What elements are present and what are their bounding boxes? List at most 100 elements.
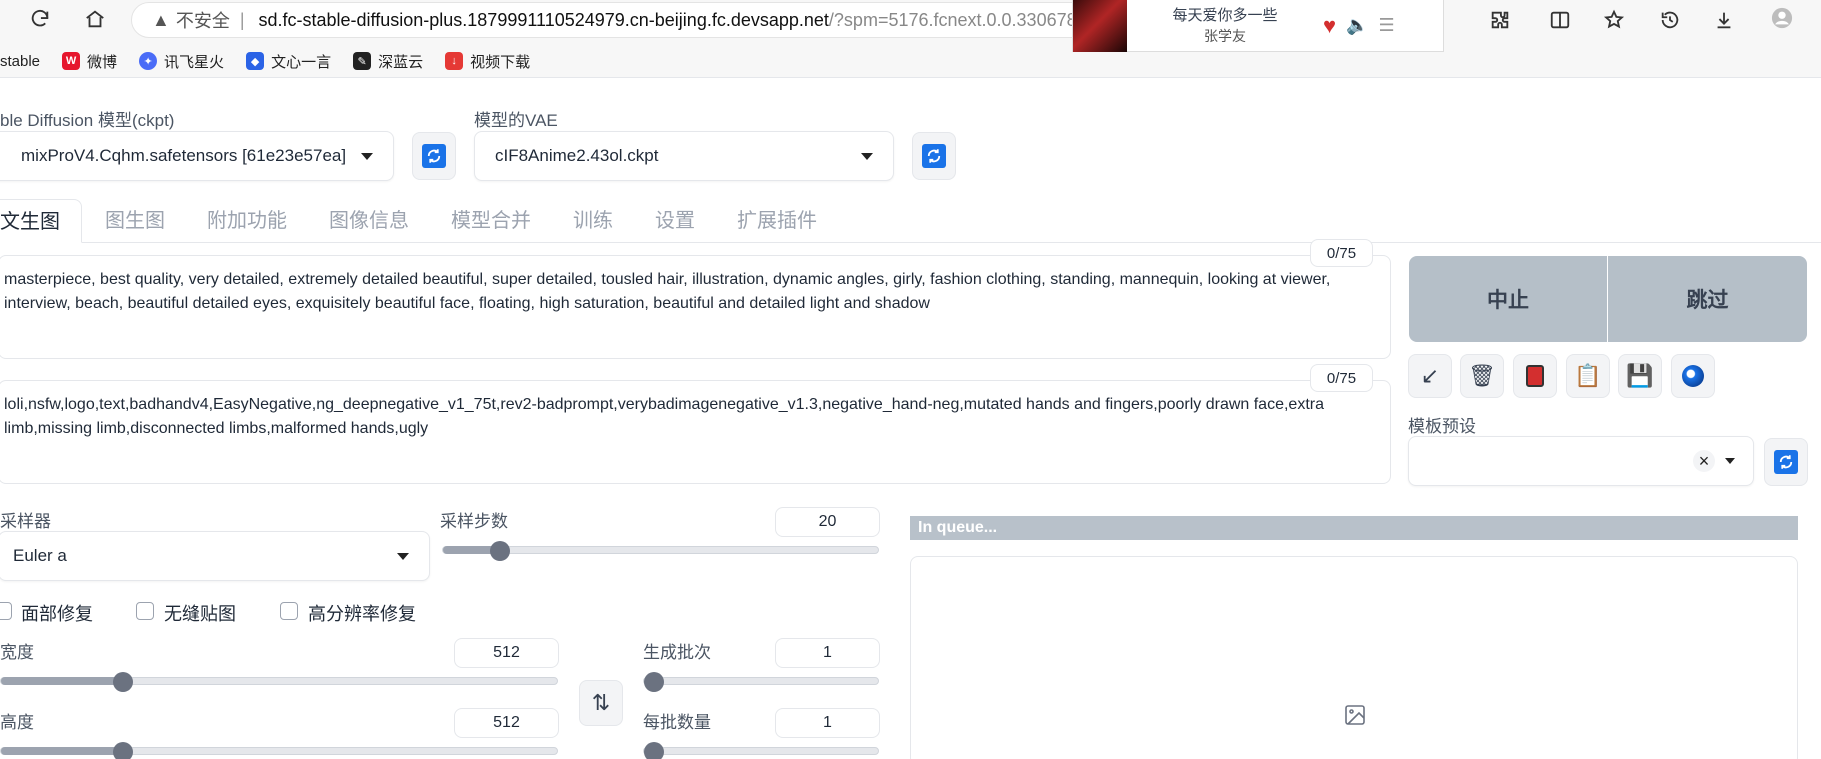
bookmark-video-download[interactable]: ↓ 视频下载 [445,51,530,72]
main-tabs: 文生图 图生图 附加功能 图像信息 模型合并 训练 设置 扩展插件 [0,199,1821,243]
tab-img2img[interactable]: 图生图 [84,199,186,243]
tab-merge[interactable]: 模型合并 [430,199,552,243]
positive-prompt-input[interactable]: masterpiece, best quality, very detailed… [0,255,1391,359]
height-slider-fill [1,747,124,755]
extensions-icon[interactable] [1482,2,1518,38]
refresh-icon [922,144,946,168]
face-restore-label: 面部修复 [21,604,93,624]
steps-input[interactable]: 20 [775,507,880,537]
heart-icon[interactable]: ♥ [1323,13,1336,39]
style-swirl-icon [1682,365,1704,387]
interrupt-button[interactable]: 中止 [1409,256,1607,342]
playlist-icon[interactable]: ☰ [1378,15,1394,36]
width-slider-fill [1,677,124,685]
batch-size-slider-handle[interactable] [644,742,664,759]
height-slider[interactable] [0,742,558,759]
download-box-icon: ↓ [445,52,464,70]
height-slider-handle[interactable] [113,742,134,759]
history-icon[interactable] [1652,2,1688,38]
chevron-down-icon [1725,458,1735,464]
style-dropdown[interactable]: × [1408,436,1754,486]
reload-icon[interactable] [23,2,57,36]
steps-slider[interactable] [442,541,879,561]
ckpt-value: mixProV4.Cqhm.safetensors [61e23e57ea] [21,146,347,165]
width-slider[interactable] [0,672,558,692]
tab-png-info[interactable]: 图像信息 [308,199,430,243]
hires-fix-checkbox[interactable] [280,602,298,620]
negative-token-counter: 0/75 [1310,364,1373,392]
vae-value: cIF8Anime2.43ol.ckpt [495,146,659,165]
batch-size-label: 每批数量 [643,713,711,732]
sampler-dropdown[interactable]: Euler a [0,531,430,581]
vae-refresh-button[interactable] [912,132,956,180]
clear-icon[interactable]: × [1693,450,1715,472]
save-style-button[interactable]: 💾 [1618,354,1662,398]
bookmark-stable[interactable]: stable [0,53,40,70]
style-refresh-button[interactable] [1764,438,1808,486]
tab-txt2img[interactable]: 文生图 [0,199,82,243]
home-icon[interactable] [78,2,112,36]
ckpt-refresh-button[interactable] [412,132,456,180]
width-label: 宽度 [0,643,34,662]
batch-size-slider[interactable] [643,742,879,759]
tab-extensions[interactable]: 扩展插件 [716,199,838,243]
refresh-icon [1774,450,1798,474]
warning-icon: ▲ [152,9,170,30]
download-icon[interactable] [1706,2,1742,38]
batch-count-input[interactable]: 1 [775,638,880,668]
music-popup[interactable]: 每天爱你多一些 张学友 ♥ 🔈 ☰ [1072,0,1444,52]
vae-dropdown[interactable]: cIF8Anime2.43ol.ckpt [474,131,894,181]
extra-networks-button[interactable] [1513,354,1557,398]
chevron-down-icon [397,552,409,560]
batch-size-input[interactable]: 1 [775,708,880,738]
negative-prompt-text: loli,nsfw,logo,text,badhandv4,EasyNegati… [4,396,1324,437]
tab-train[interactable]: 训练 [552,199,634,243]
width-slider-handle[interactable] [113,672,134,692]
refresh-icon [422,144,446,168]
apply-style-button[interactable] [1671,354,1715,398]
height-input[interactable]: 512 [454,708,559,738]
bookmark-wenxin[interactable]: ◆ 文心一言 [246,51,331,72]
positive-prompt-text: masterpiece, best quality, very detailed… [4,271,1331,312]
image-placeholder-icon [1343,703,1367,727]
trash-icon: 🗑 [1468,363,1496,388]
skip-button[interactable]: 跳过 [1608,256,1807,342]
width-input[interactable]: 512 [454,638,559,668]
swap-dimensions-button[interactable]: ⇅ [579,680,623,726]
ckpt-dropdown[interactable]: mixProV4.Cqhm.safetensors [61e23e57ea] [0,131,394,181]
bookmark-shenlanyun[interactable]: ✎ 深蓝云 [353,51,423,72]
trash-button[interactable]: 🗑 [1460,354,1504,398]
steps-slider-handle[interactable] [489,541,510,561]
chevron-down-icon [861,152,873,160]
ckpt-label: ble Diffusion 模型(ckpt) [0,111,175,130]
face-restore-checkbox[interactable] [0,602,12,620]
tiling-checkbox[interactable] [136,602,154,620]
url-path: /?spm=5176.fcnext.0.0.330678c8 [828,9,1096,30]
arrow-down-left-button[interactable]: ↙ [1408,354,1452,398]
bookmark-spark[interactable]: ✦ 讯飞星火 [139,51,224,72]
clipboard-icon: 📋 [1574,363,1602,388]
bookmarks-bar: stable W 微博 ✦ 讯飞星火 ◆ 文心一言 ✎ 深蓝云 ↓ 视频下载 [0,46,530,76]
red-card-icon [1526,365,1544,387]
negative-prompt-input[interactable]: loli,nsfw,logo,text,badhandv4,EasyNegati… [0,380,1391,484]
arrow-down-left-icon: ↙ [1420,363,1440,388]
batch-count-slider[interactable] [643,672,879,692]
tab-extras[interactable]: 附加功能 [186,199,308,243]
song-artist: 张学友 [1204,27,1246,44]
tab-settings[interactable]: 设置 [634,199,716,243]
height-label: 高度 [0,713,34,732]
favorites-icon[interactable] [1596,2,1632,38]
batch-count-slider-handle[interactable] [644,672,664,692]
wenxin-icon: ◆ [246,52,265,70]
tiling-label: 无缝贴图 [164,604,236,624]
profile-avatar-icon[interactable] [1764,0,1800,36]
swap-arrows-icon: ⇅ [591,690,611,715]
split-screen-icon[interactable] [1542,2,1578,38]
hires-fix-label: 高分辨率修复 [308,604,416,624]
address-separator: | [239,9,245,30]
volume-icon[interactable]: 🔈 [1346,15,1368,36]
bookmark-weibo[interactable]: W 微博 [62,51,117,72]
paste-style-button[interactable]: 📋 [1566,354,1610,398]
batch-count-label: 生成批次 [643,643,711,662]
sampler-value: Euler a [13,546,67,565]
